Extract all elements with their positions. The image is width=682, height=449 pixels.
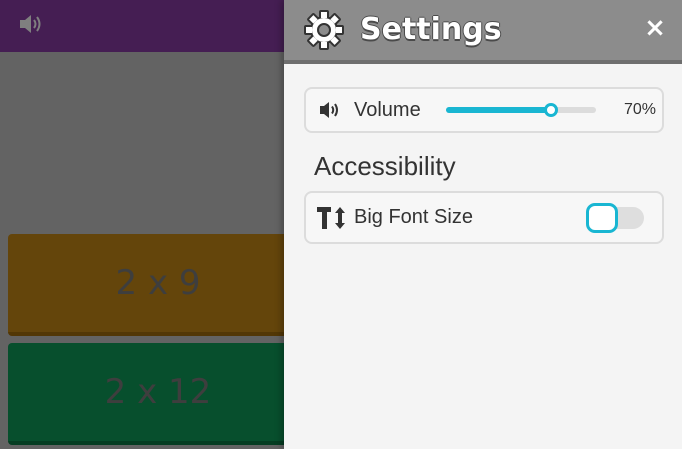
settings-title: Settings (360, 12, 502, 47)
settings-header: Settings × (284, 0, 682, 64)
accessibility-heading: Accessibility (314, 151, 456, 181)
close-button[interactable]: × (640, 14, 670, 44)
volume-label: Volume (354, 99, 421, 121)
big-font-label: Big Font Size (354, 206, 473, 228)
volume-value: 70% (623, 101, 656, 118)
settings-panel: Settings × Volume 70% Accessibility Big … (284, 0, 682, 449)
volume-setting: Volume 70% (304, 87, 664, 133)
gear-icon (304, 10, 344, 50)
big-font-toggle[interactable] (586, 203, 646, 233)
speaker-icon (318, 99, 344, 121)
toggle-knob (586, 203, 618, 233)
big-font-setting: Big Font Size (304, 191, 664, 244)
slider-thumb[interactable] (544, 103, 558, 117)
slider-fill (446, 107, 551, 113)
volume-slider[interactable] (446, 103, 596, 117)
text-size-icon (316, 205, 346, 231)
